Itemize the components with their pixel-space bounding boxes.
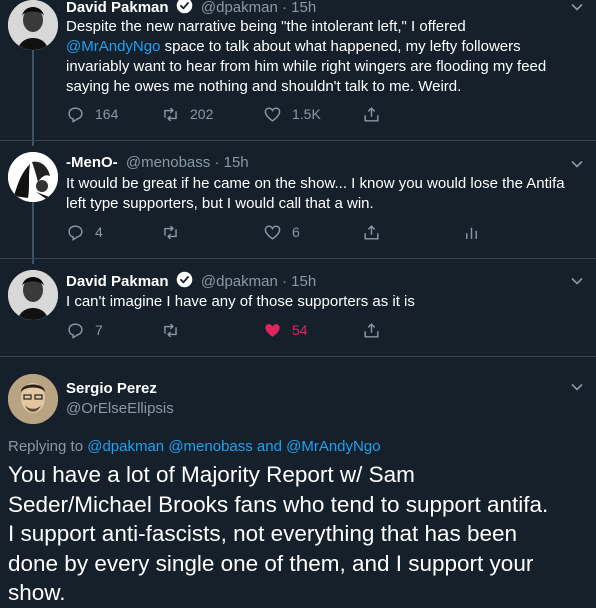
avatar[interactable] <box>8 152 58 202</box>
tweet-text-line: invariably want to hear from him while r… <box>66 58 547 75</box>
tweet-1[interactable]: David Pakman @dpakman · 15h Despite the … <box>0 0 596 140</box>
reply-button[interactable]: 4 <box>66 222 103 242</box>
like-button-liked[interactable]: 54 <box>263 320 308 340</box>
chevron-down-icon[interactable] <box>570 274 584 288</box>
author-name[interactable]: David Pakman <box>66 273 169 290</box>
tweet-3[interactable]: David Pakman @dpakman · 15h I can't imag… <box>0 268 596 348</box>
avatar[interactable] <box>8 374 58 424</box>
chevron-down-icon[interactable] <box>570 157 584 171</box>
author-name[interactable]: -MenO- <box>66 154 118 171</box>
reply-count: 164 <box>95 106 119 122</box>
tweet-text: It would be great if he came on the show… <box>66 174 576 214</box>
replying-to-label: Replying to <box>8 438 84 455</box>
author-handle[interactable]: @dpakman <box>201 0 278 16</box>
heart-icon <box>264 224 281 240</box>
tweet-2[interactable]: -MenO- @menobass · 15h It would be great… <box>0 150 596 260</box>
focused-tweet[interactable]: Sergio Perez @OrElseEllipsis Replying to… <box>0 372 596 608</box>
tweet-actions: 164 202 1.5K <box>66 104 486 124</box>
tweet-text-line: space to talk about what happened, my le… <box>164 38 521 55</box>
tweet-text-line: show. <box>8 580 66 605</box>
analytics-button[interactable] <box>462 222 481 242</box>
author-name[interactable]: Sergio Perez <box>66 380 157 397</box>
divider <box>0 140 596 141</box>
mention-link[interactable]: @MrAndyNgo <box>66 38 160 55</box>
share-icon <box>364 322 379 338</box>
reply-button[interactable]: 7 <box>66 320 103 340</box>
tweet-text-line: saying he owes me nothing and shouldn't … <box>66 78 462 95</box>
tweet-time[interactable]: · 15h <box>214 154 248 171</box>
reply-count: 7 <box>95 322 103 338</box>
conversation-thread: David Pakman @dpakman · 15h Despite the … <box>0 0 596 608</box>
share-button[interactable] <box>362 320 381 340</box>
tweet-time[interactable]: · 15h <box>282 273 316 290</box>
tweet-text: I can't imagine I have any of those supp… <box>66 292 576 312</box>
tweet-time[interactable]: · 15h <box>282 0 316 16</box>
heart-filled-icon <box>265 323 280 337</box>
like-count: 6 <box>292 224 300 240</box>
chevron-down-icon[interactable] <box>570 380 584 394</box>
reply-count: 4 <box>95 224 103 240</box>
tweet-text-line: I can't imagine I have any of those supp… <box>66 293 415 310</box>
reply-icon <box>68 106 83 123</box>
tweet-text-line: done by every single one of them, and I … <box>8 550 534 576</box>
tweet-text-line: It would be great if he came on the show… <box>66 175 565 192</box>
retweet-icon <box>164 323 177 337</box>
heart-icon <box>264 106 281 122</box>
author-handle[interactable]: @dpakman <box>201 273 278 290</box>
retweet-count: 202 <box>190 106 214 122</box>
share-icon <box>364 106 379 122</box>
verified-badge-icon <box>176 0 193 14</box>
retweet-button[interactable]: 202 <box>161 104 213 124</box>
replying-to-links[interactable]: @dpakman @menobass and @MrAndyNgo <box>87 438 380 455</box>
tweet-text-line: Seder/Michael Brooks fans who tend to su… <box>8 491 549 517</box>
tweet-actions: 4 6 <box>66 222 486 242</box>
tweet-text-line: You have a lot of Majority Report w/ Sam <box>8 462 415 487</box>
like-count: 1.5K <box>292 106 321 122</box>
avatar[interactable] <box>8 270 58 320</box>
reply-icon <box>68 322 83 339</box>
like-button[interactable]: 1.5K <box>263 104 321 124</box>
author-handle[interactable]: @OrElseEllipsis <box>66 400 174 417</box>
replying-to: Replying to @dpakman @menobass and @MrAn… <box>8 438 381 455</box>
author-handle[interactable]: @menobass <box>126 154 210 171</box>
divider <box>0 258 596 259</box>
reply-icon <box>68 224 83 241</box>
like-count: 54 <box>292 322 308 338</box>
reply-button[interactable]: 164 <box>66 104 118 124</box>
tweet-text-line: Despite the new narrative being "the int… <box>66 18 466 35</box>
retweet-button[interactable] <box>161 222 180 242</box>
retweet-icon <box>164 107 177 121</box>
chevron-down-icon[interactable] <box>570 0 584 14</box>
tweet-text: You have a lot of Majority Report w/ Sam… <box>8 460 588 608</box>
retweet-button[interactable] <box>161 320 180 340</box>
verified-badge-icon <box>176 271 193 288</box>
author-name[interactable]: David Pakman <box>66 0 169 16</box>
share-icon <box>364 224 379 240</box>
tweet-text-line: I support anti-fascists, not everything … <box>8 521 518 546</box>
share-button[interactable] <box>362 104 381 124</box>
share-button[interactable] <box>362 222 381 242</box>
tweet-text: Despite the new narrative being "the int… <box>66 17 576 97</box>
retweet-icon <box>164 225 177 239</box>
tweet-text-line: left type supporters, but I would call t… <box>66 195 374 212</box>
divider <box>0 356 596 357</box>
analytics-icon <box>466 227 477 239</box>
tweet-actions: 7 54 <box>66 320 486 340</box>
like-button[interactable]: 6 <box>263 222 300 242</box>
avatar[interactable] <box>8 0 58 50</box>
